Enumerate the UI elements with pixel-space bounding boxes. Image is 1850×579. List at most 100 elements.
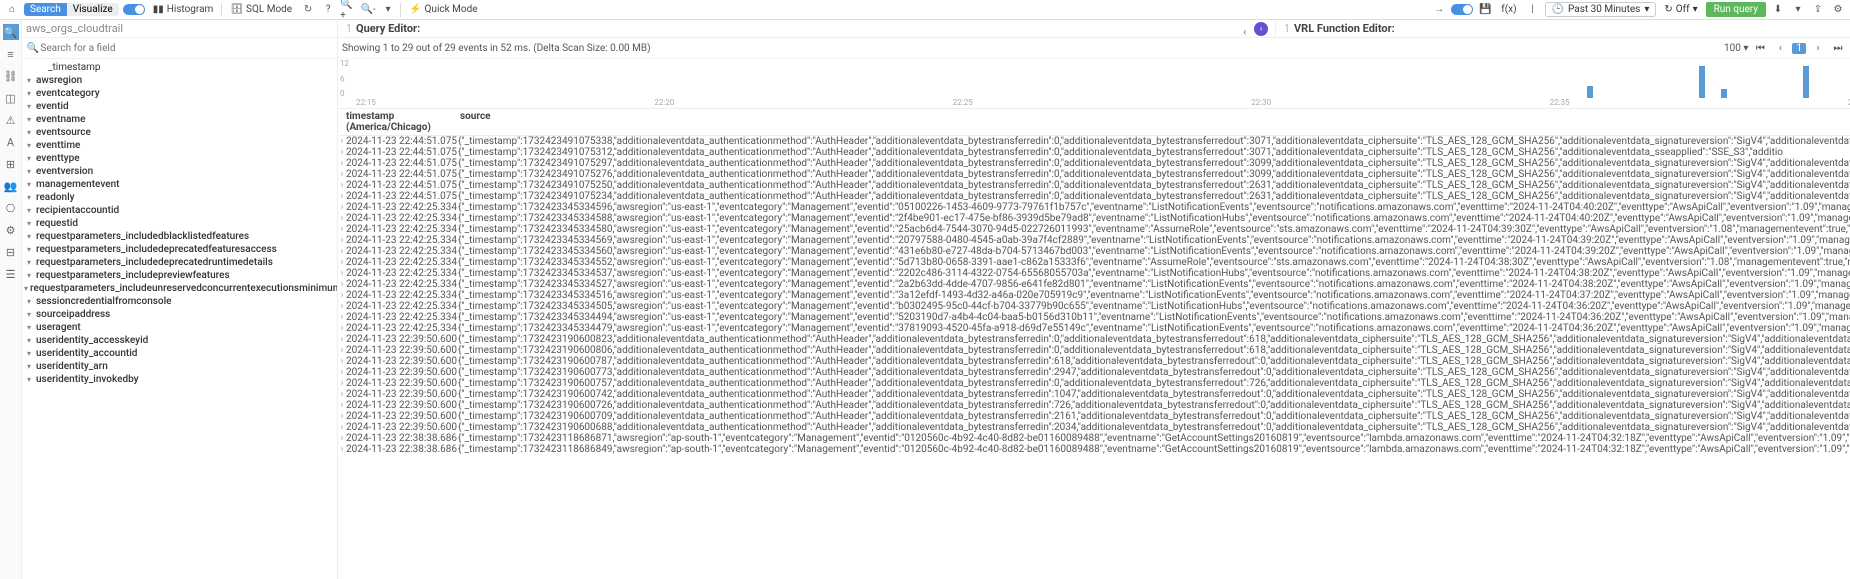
table-row[interactable]: ›2024-11-23 22:42:25.334{"_timestamp":17… bbox=[338, 268, 1850, 279]
expand-row-icon[interactable]: › bbox=[338, 323, 346, 334]
table-row[interactable]: ›2024-11-23 22:44:51.075{"_timestamp":17… bbox=[338, 147, 1850, 158]
field-sourceipaddress[interactable]: ▾sourceipaddress bbox=[22, 308, 337, 321]
histogram-chart[interactable]: 12 6 0 22:1522:2022:2522:3022:3522:40 bbox=[338, 59, 1850, 109]
list-nav-icon[interactable]: ☰ bbox=[3, 266, 19, 282]
field-requestparameters_includedblacklistedfeatures[interactable]: ▾requestparameters_includedblacklistedfe… bbox=[22, 230, 337, 243]
zoom-in-icon[interactable]: 🔍+ bbox=[340, 2, 356, 18]
collapse-editor-button[interactable]: ‹ bbox=[1254, 22, 1268, 36]
download-icon[interactable]: ⬇ bbox=[1770, 2, 1786, 18]
table-row[interactable]: ›2024-11-23 22:44:51.075{"_timestamp":17… bbox=[338, 169, 1850, 180]
field-search-input[interactable] bbox=[39, 42, 333, 55]
expand-row-icon[interactable]: › bbox=[338, 169, 346, 180]
expand-row-icon[interactable]: › bbox=[338, 224, 346, 235]
table-row[interactable]: ›2024-11-23 22:39:50.600{"_timestamp":17… bbox=[338, 422, 1850, 433]
field-useridentity_accesskeyid[interactable]: ▾useridentity_accesskeyid bbox=[22, 334, 337, 347]
search-tab[interactable]: Search bbox=[24, 3, 67, 16]
zoom-out-icon[interactable]: 🔍- bbox=[360, 2, 376, 18]
table-row[interactable]: ›2024-11-23 22:38:38.686{"_timestamp":17… bbox=[338, 433, 1850, 444]
users-nav-icon[interactable]: 👥 bbox=[3, 178, 19, 194]
folder-nav-icon[interactable]: ⊟ bbox=[3, 244, 19, 260]
field-requestparameters_includedeprecatedruntimedetails[interactable]: ▾requestparameters_includedeprecatedrunt… bbox=[22, 256, 337, 269]
table-row[interactable]: ›2024-11-23 22:42:25.334{"_timestamp":17… bbox=[338, 279, 1850, 290]
table-row[interactable]: ›2024-11-23 22:42:25.334{"_timestamp":17… bbox=[338, 213, 1850, 224]
field-requestparameters_includeunreservedconcurrentexecutionsminimum[interactable]: ▾requestparameters_includeunreservedconc… bbox=[22, 282, 337, 295]
field-requestid[interactable]: ▾requestid bbox=[22, 217, 337, 230]
field-eventid[interactable]: ▾eventid bbox=[22, 100, 337, 113]
expand-row-icon[interactable]: › bbox=[338, 268, 346, 279]
chevron-down-icon[interactable]: ▾ bbox=[380, 2, 396, 18]
sql-mode-button[interactable]: 🗄 SQL Mode bbox=[226, 4, 296, 15]
field-requestparameters_includedeprecatedfeaturesaccess[interactable]: ▾requestparameters_includedeprecatedfeat… bbox=[22, 243, 337, 256]
field-useridentity_invokedby[interactable]: ▾useridentity_invokedby bbox=[22, 373, 337, 386]
time-range-picker[interactable]: 🕒 Past 30 Minutes ▾ bbox=[1545, 2, 1657, 17]
table-row[interactable]: ›2024-11-23 22:39:50.600{"_timestamp":17… bbox=[338, 356, 1850, 367]
chart-bar[interactable] bbox=[1699, 66, 1705, 98]
expand-row-icon[interactable]: › bbox=[338, 213, 346, 224]
field-useragent[interactable]: ▾useragent bbox=[22, 321, 337, 334]
search-nav-icon[interactable]: 🔍 bbox=[3, 24, 19, 40]
table-row[interactable]: ›2024-11-23 22:42:25.334{"_timestamp":17… bbox=[338, 290, 1850, 301]
field-useridentity_arn[interactable]: ▾useridentity_arn bbox=[22, 360, 337, 373]
expand-row-icon[interactable]: › bbox=[338, 422, 346, 433]
table-row[interactable]: ›2024-11-23 22:39:50.600{"_timestamp":17… bbox=[338, 411, 1850, 422]
expand-row-icon[interactable]: › bbox=[338, 411, 346, 422]
expand-row-icon[interactable]: › bbox=[338, 378, 346, 389]
table-row[interactable]: ›2024-11-23 22:42:25.334{"_timestamp":17… bbox=[338, 301, 1850, 312]
expand-row-icon[interactable]: › bbox=[338, 334, 346, 345]
first-page-icon[interactable]: ⏮ bbox=[1752, 40, 1768, 56]
chart-bar[interactable] bbox=[1587, 86, 1593, 98]
expand-row-icon[interactable]: › bbox=[338, 389, 346, 400]
prev-page-icon[interactable]: ‹ bbox=[1772, 40, 1788, 56]
expand-row-icon[interactable]: › bbox=[338, 367, 346, 378]
quick-mode-button[interactable]: ⚡ Quick Mode bbox=[405, 4, 481, 15]
dashboard-nav-icon[interactable]: ◫ bbox=[3, 90, 19, 106]
expand-row-icon[interactable]: › bbox=[338, 345, 346, 356]
home-icon[interactable]: ⌂ bbox=[4, 2, 20, 18]
run-query-button[interactable]: Run query bbox=[1706, 2, 1766, 17]
field-requestparameters_includepreviewfeatures[interactable]: ▾requestparameters_includepreviewfeature… bbox=[22, 269, 337, 282]
expand-row-icon[interactable]: › bbox=[338, 290, 346, 301]
header-source[interactable]: source bbox=[458, 109, 1850, 135]
expand-row-icon[interactable]: › bbox=[338, 279, 346, 290]
table-row[interactable]: ›2024-11-23 22:42:25.334{"_timestamp":17… bbox=[338, 224, 1850, 235]
header-timestamp[interactable]: timestamp (America/Chicago) bbox=[338, 109, 458, 135]
expand-row-icon[interactable]: › bbox=[338, 301, 346, 312]
chart-bar[interactable] bbox=[1803, 66, 1809, 98]
visualize-tab[interactable]: Visualize bbox=[67, 3, 119, 16]
chevron-down-icon-2[interactable]: ▾ bbox=[1790, 2, 1806, 18]
expand-row-icon[interactable]: › bbox=[338, 191, 346, 202]
table-row[interactable]: ›2024-11-23 22:39:50.600{"_timestamp":17… bbox=[338, 400, 1850, 411]
expand-row-icon[interactable]: › bbox=[338, 433, 346, 444]
fn-button[interactable]: f(x) bbox=[1497, 4, 1520, 15]
field-eventsource[interactable]: ▾eventsource bbox=[22, 126, 337, 139]
funnel-nav-icon[interactable]: ⎔ bbox=[3, 200, 19, 216]
field-eventcategory[interactable]: ▾eventcategory bbox=[22, 87, 337, 100]
histogram-toggle[interactable] bbox=[123, 4, 145, 15]
expand-row-icon[interactable]: › bbox=[338, 235, 346, 246]
field-useridentity_accountid[interactable]: ▾useridentity_accountid bbox=[22, 347, 337, 360]
expand-row-icon[interactable]: › bbox=[338, 202, 346, 213]
field-timestamp[interactable]: _timestamp bbox=[22, 61, 337, 74]
field-readonly[interactable]: ▾readonly bbox=[22, 191, 337, 204]
table-row[interactable]: ›2024-11-23 22:39:50.600{"_timestamp":17… bbox=[338, 334, 1850, 345]
expand-row-icon[interactable]: › bbox=[338, 136, 346, 147]
field-eventtype[interactable]: ▾eventtype bbox=[22, 152, 337, 165]
table-row[interactable]: ›2024-11-23 22:42:25.334{"_timestamp":17… bbox=[338, 235, 1850, 246]
table-row[interactable]: ›2024-11-23 22:44:51.075{"_timestamp":17… bbox=[338, 191, 1850, 202]
table-row[interactable]: ›2024-11-23 22:42:25.334{"_timestamp":17… bbox=[338, 312, 1850, 323]
expand-row-icon[interactable]: › bbox=[338, 180, 346, 191]
expand-row-icon[interactable]: › bbox=[338, 158, 346, 169]
help-icon[interactable]: ? bbox=[320, 2, 336, 18]
gear-nav-icon[interactable]: ⚙ bbox=[3, 222, 19, 238]
share-icon[interactable]: ⇪ bbox=[1810, 2, 1826, 18]
vrl-editor[interactable]: 1 VRL Function Editor: bbox=[1276, 20, 1850, 37]
field-eventversion[interactable]: ▾eventversion bbox=[22, 165, 337, 178]
next-page-icon[interactable]: › bbox=[1810, 40, 1826, 56]
refresh-icon[interactable]: ↻ bbox=[300, 2, 316, 18]
chart-bar[interactable] bbox=[1721, 89, 1727, 98]
table-row[interactable]: ›2024-11-23 22:39:50.600{"_timestamp":17… bbox=[338, 389, 1850, 400]
field-eventtime[interactable]: ▾eventtime bbox=[22, 139, 337, 152]
network-nav-icon[interactable]: ⛓ bbox=[3, 68, 19, 84]
streams-nav-icon[interactable]: ≡ bbox=[3, 46, 19, 62]
field-eventname[interactable]: ▾eventname bbox=[22, 113, 337, 126]
